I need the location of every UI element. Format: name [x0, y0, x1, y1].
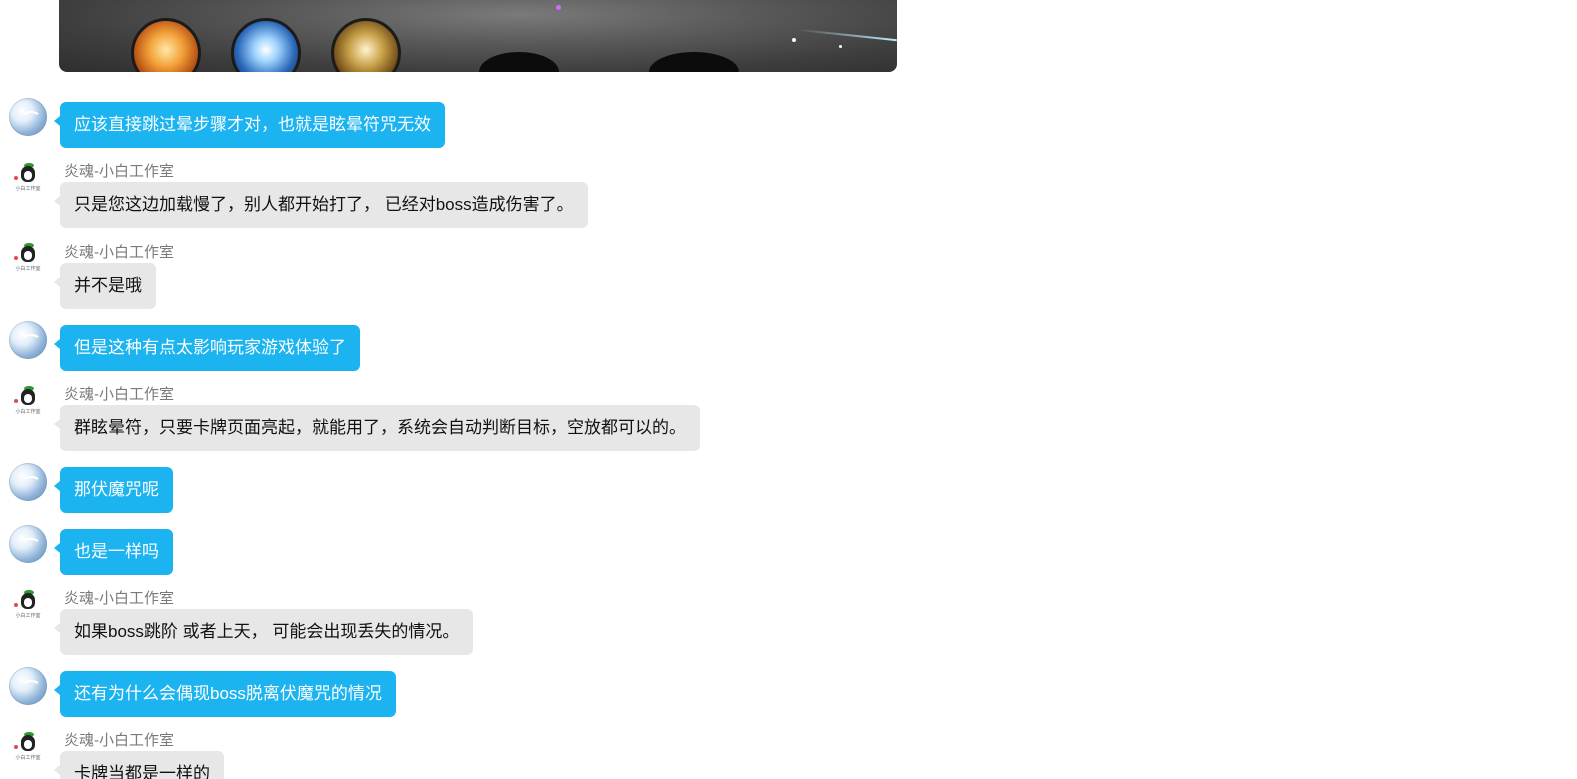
- contact-avatar[interactable]: 小白工作室: [10, 242, 46, 278]
- avatar-caption: 小白工作室: [15, 613, 41, 619]
- sparkle-decoration: [556, 5, 561, 10]
- avatar-penguin-icon: [21, 593, 35, 609]
- light-streak-decoration: [797, 28, 897, 42]
- sender-name: 炎魂-小白工作室: [64, 590, 174, 607]
- my-message-bubble[interactable]: 那伏魔咒呢: [54, 467, 173, 513]
- avatar-caption: 小白工作室: [15, 186, 41, 192]
- my-message-bubble[interactable]: 还有为什么会偶现boss脱离伏魔咒的情况: [54, 671, 396, 717]
- my-avatar[interactable]: [9, 525, 47, 563]
- avatar-dot-decoration: [14, 399, 18, 403]
- my-message-bubble[interactable]: 但是这种有点太影响玩家游戏体验了: [54, 325, 360, 371]
- sender-name: 炎魂-小白工作室: [64, 244, 174, 261]
- lightning-skill-icon: [231, 18, 301, 72]
- chat-window: 应该直接跳过晕步骤才对，也就是眩晕符咒无效 小白工作室 炎魂-小白工作室 只是您…: [0, 0, 1577, 779]
- avatar-dot-decoration: [14, 745, 18, 749]
- contact-avatar[interactable]: 小白工作室: [10, 385, 46, 421]
- contact-message-bubble[interactable]: 只是您这边加载慢了，别人都开始打了， 已经对boss造成伤害了。: [54, 182, 588, 228]
- sparkle-decoration: [839, 45, 842, 48]
- avatar-penguin-icon: [21, 246, 35, 262]
- contact-message-bubble[interactable]: 并不是哦: [54, 263, 156, 309]
- my-avatar[interactable]: [9, 98, 47, 136]
- my-avatar[interactable]: [9, 463, 47, 501]
- gold-skill-icon: [331, 18, 401, 72]
- avatar-dot-decoration: [14, 603, 18, 607]
- avatar-dot-decoration: [14, 176, 18, 180]
- silhouette-decoration: [649, 52, 739, 72]
- avatar-caption: 小白工作室: [15, 755, 41, 761]
- my-message-bubble[interactable]: 也是一样吗: [54, 529, 173, 575]
- silhouette-decoration: [479, 52, 559, 72]
- avatar-penguin-icon: [21, 735, 35, 751]
- contact-avatar[interactable]: 小白工作室: [10, 589, 46, 625]
- contact-message-bubble[interactable]: 如果boss跳阶 或者上天， 可能会出现丢失的情况。: [53, 609, 474, 655]
- shared-game-screenshot[interactable]: [59, 0, 897, 72]
- contact-avatar[interactable]: 小白工作室: [10, 731, 46, 767]
- sparkle-decoration: [792, 38, 796, 42]
- contact-message-bubble[interactable]: 卡牌当都是一样的: [54, 751, 224, 779]
- fire-skill-icon: [131, 18, 201, 72]
- my-avatar[interactable]: [9, 321, 47, 359]
- my-avatar[interactable]: [9, 667, 47, 705]
- sender-name: 炎魂-小白工作室: [64, 732, 174, 749]
- my-message-bubble[interactable]: 应该直接跳过晕步骤才对，也就是眩晕符咒无效: [54, 102, 445, 148]
- contact-avatar[interactable]: 小白工作室: [10, 162, 46, 198]
- avatar-penguin-icon: [21, 166, 35, 182]
- avatar-caption: 小白工作室: [15, 266, 41, 272]
- avatar-caption: 小白工作室: [15, 409, 41, 415]
- sender-name: 炎魂-小白工作室: [64, 386, 174, 403]
- sender-name: 炎魂-小白工作室: [64, 163, 174, 180]
- contact-message-bubble[interactable]: 群眩晕符，只要卡牌页面亮起，就能用了，系统会自动判断目标，空放都可以的。: [54, 405, 700, 451]
- avatar-dot-decoration: [14, 256, 18, 260]
- avatar-penguin-icon: [21, 389, 35, 405]
